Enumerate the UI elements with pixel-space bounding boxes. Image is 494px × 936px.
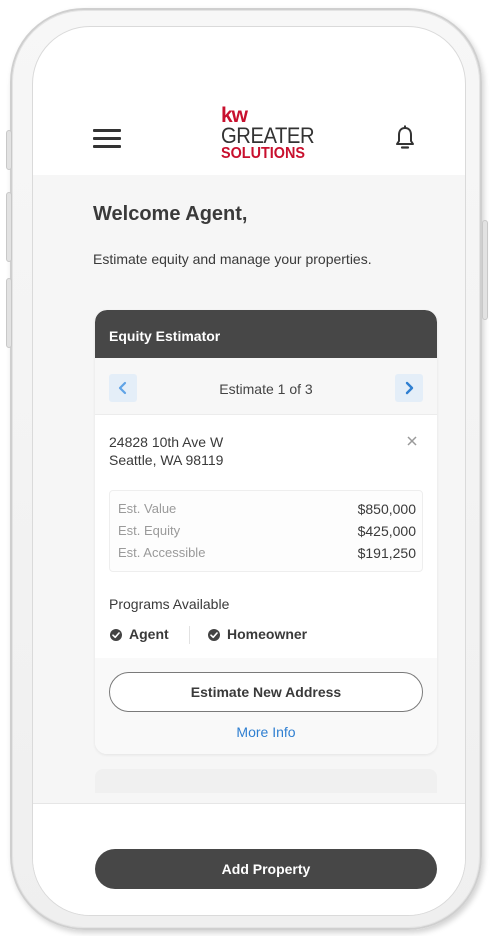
page-title: Welcome Agent, [93, 203, 248, 225]
logo-greater: GREATER [221, 123, 315, 148]
check-circle-icon [208, 629, 220, 641]
estimate-values-table: Est. Value $850,000 Est. Equity $425,000… [109, 490, 423, 572]
value-amount: $850,000 [357, 501, 416, 517]
value-amount: $191,250 [357, 545, 416, 561]
program-label: Agent [129, 626, 169, 642]
volume-down-button [6, 278, 12, 348]
logo-solutions: SOLUTIONS [221, 145, 306, 162]
value-row: Est. Equity $425,000 [110, 523, 424, 543]
program-label: Homeowner [227, 626, 308, 642]
app-header: kw GREATER SOLUTIONS [33, 87, 465, 175]
check-circle-icon [110, 629, 122, 641]
value-label: Est. Value [118, 501, 177, 516]
address-line-1: 24828 10th Ave W [109, 434, 224, 450]
bell-icon[interactable] [395, 125, 415, 151]
value-amount: $425,000 [357, 523, 416, 539]
estimate-new-address-button[interactable]: Estimate New Address [109, 672, 423, 712]
next-card-peek [95, 769, 437, 793]
card-header: Equity Estimator [95, 310, 437, 358]
card-title: Equity Estimator [109, 328, 221, 344]
phone-frame: kw GREATER SOLUTIONS Welcome Agent, Esti… [6, 8, 488, 930]
close-icon[interactable] [405, 434, 419, 448]
value-row: Est. Accessible $191,250 [110, 545, 424, 565]
volume-up-button [6, 192, 12, 262]
program-separator [189, 626, 190, 644]
programs-label: Programs Available [109, 596, 230, 612]
hamburger-menu-icon[interactable] [93, 129, 121, 149]
next-estimate-button[interactable] [395, 374, 423, 402]
company-logo: kw GREATER SOLUTIONS [221, 105, 331, 173]
mute-switch [6, 130, 12, 170]
pager-divider [95, 414, 437, 415]
estimate-pager-label: Estimate 1 of 3 [219, 381, 313, 397]
address-line-2: Seattle, WA 98119 [109, 452, 224, 468]
app-screen: kw GREATER SOLUTIONS Welcome Agent, Esti… [32, 26, 466, 916]
power-button [482, 220, 488, 320]
page-subtitle: Estimate equity and manage your properti… [93, 251, 372, 267]
value-row: Est. Value $850,000 [110, 501, 424, 521]
chevron-right-icon [405, 381, 414, 395]
equity-estimator-card: Equity Estimator Estimate 1 of 3 24828 1… [95, 310, 437, 754]
value-label: Est. Equity [118, 523, 181, 538]
more-info-link[interactable]: More Info [95, 724, 437, 740]
value-label: Est. Accessible [118, 545, 206, 560]
add-property-button[interactable]: Add Property [95, 849, 437, 889]
